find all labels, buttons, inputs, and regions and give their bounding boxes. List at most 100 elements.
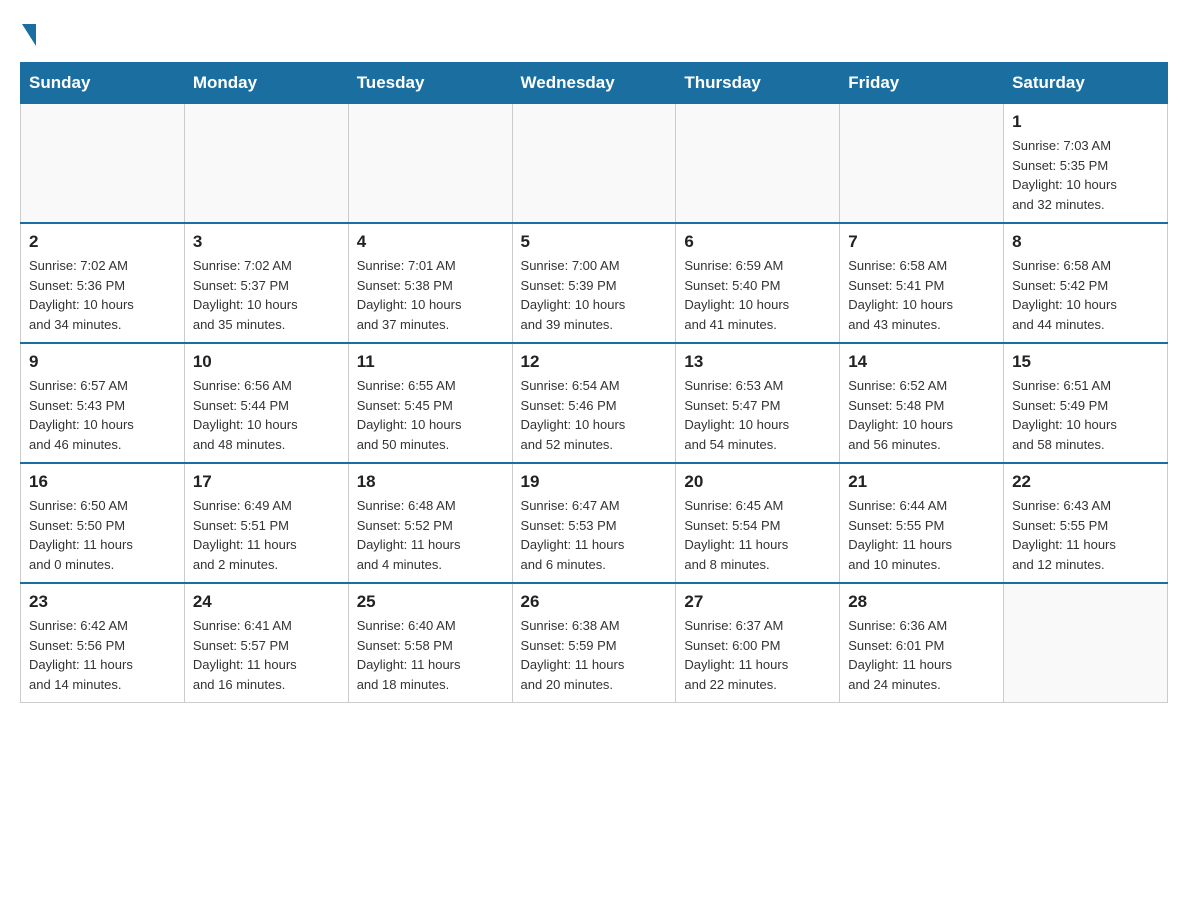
calendar-cell: 11 Sunrise: 6:55 AM Sunset: 5:45 PM Dayli… bbox=[348, 343, 512, 463]
day-number: 25 bbox=[357, 592, 504, 612]
day-info: Sunrise: 6:55 AM Sunset: 5:45 PM Dayligh… bbox=[357, 378, 462, 452]
day-number: 20 bbox=[684, 472, 831, 492]
day-info: Sunrise: 6:48 AM Sunset: 5:52 PM Dayligh… bbox=[357, 498, 461, 572]
calendar-cell bbox=[21, 104, 185, 224]
day-info: Sunrise: 6:36 AM Sunset: 6:01 PM Dayligh… bbox=[848, 618, 952, 692]
day-number: 12 bbox=[521, 352, 668, 372]
day-info: Sunrise: 6:59 AM Sunset: 5:40 PM Dayligh… bbox=[684, 258, 789, 332]
day-number: 19 bbox=[521, 472, 668, 492]
calendar-cell: 27 Sunrise: 6:37 AM Sunset: 6:00 PM Dayli… bbox=[676, 583, 840, 703]
day-number: 10 bbox=[193, 352, 340, 372]
calendar-cell bbox=[512, 104, 676, 224]
calendar-cell: 7 Sunrise: 6:58 AM Sunset: 5:41 PM Daylig… bbox=[840, 223, 1004, 343]
calendar-cell: 19Sunrise: 6:47 AM Sunset: 5:53 PM Dayli… bbox=[512, 463, 676, 583]
day-number: 14 bbox=[848, 352, 995, 372]
calendar-cell bbox=[676, 104, 840, 224]
day-number: 3 bbox=[193, 232, 340, 252]
calendar-cell: 21Sunrise: 6:44 AM Sunset: 5:55 PM Dayli… bbox=[840, 463, 1004, 583]
calendar-cell: 14 Sunrise: 6:52 AM Sunset: 5:48 PM Dayli… bbox=[840, 343, 1004, 463]
day-number: 18 bbox=[357, 472, 504, 492]
day-info: Sunrise: 6:43 AM Sunset: 5:55 PM Dayligh… bbox=[1012, 498, 1116, 572]
day-number: 11 bbox=[357, 352, 504, 372]
calendar-cell: 9 Sunrise: 6:57 AM Sunset: 5:43 PM Daylig… bbox=[21, 343, 185, 463]
day-of-week-header: Saturday bbox=[1004, 63, 1168, 104]
page-header bbox=[20, 20, 1168, 42]
calendar-week-row: 23 Sunrise: 6:42 AM Sunset: 5:56 PM Dayli… bbox=[21, 583, 1168, 703]
day-info: Sunrise: 7:03 AM Sunset: 5:35 PM Dayligh… bbox=[1012, 138, 1117, 212]
calendar-cell: 17 Sunrise: 6:49 AM Sunset: 5:51 PM Dayli… bbox=[184, 463, 348, 583]
calendar-cell: 28 Sunrise: 6:36 AM Sunset: 6:01 PM Dayli… bbox=[840, 583, 1004, 703]
day-number: 16 bbox=[29, 472, 176, 492]
day-number: 8 bbox=[1012, 232, 1159, 252]
day-info: Sunrise: 6:38 AM Sunset: 5:59 PM Dayligh… bbox=[521, 618, 625, 692]
day-number: 2 bbox=[29, 232, 176, 252]
calendar-cell: 16 Sunrise: 6:50 AM Sunset: 5:50 PM Dayli… bbox=[21, 463, 185, 583]
day-info: Sunrise: 6:37 AM Sunset: 6:00 PM Dayligh… bbox=[684, 618, 788, 692]
day-info: Sunrise: 7:02 AM Sunset: 5:36 PM Dayligh… bbox=[29, 258, 134, 332]
calendar-cell: 20 Sunrise: 6:45 AM Sunset: 5:54 PM Dayli… bbox=[676, 463, 840, 583]
day-info: Sunrise: 6:57 AM Sunset: 5:43 PM Dayligh… bbox=[29, 378, 134, 452]
calendar-cell: 25 Sunrise: 6:40 AM Sunset: 5:58 PM Dayli… bbox=[348, 583, 512, 703]
day-info: Sunrise: 6:49 AM Sunset: 5:51 PM Dayligh… bbox=[193, 498, 297, 572]
day-number: 28 bbox=[848, 592, 995, 612]
day-number: 15 bbox=[1012, 352, 1159, 372]
day-number: 5 bbox=[521, 232, 668, 252]
logo-arrow-icon bbox=[22, 24, 36, 46]
day-number: 7 bbox=[848, 232, 995, 252]
day-info: Sunrise: 6:41 AM Sunset: 5:57 PM Dayligh… bbox=[193, 618, 297, 692]
calendar-cell: 8 Sunrise: 6:58 AM Sunset: 5:42 PM Daylig… bbox=[1004, 223, 1168, 343]
calendar-cell bbox=[184, 104, 348, 224]
day-info: Sunrise: 6:42 AM Sunset: 5:56 PM Dayligh… bbox=[29, 618, 133, 692]
calendar-table: SundayMondayTuesdayWednesdayThursdayFrid… bbox=[20, 62, 1168, 703]
calendar-cell bbox=[348, 104, 512, 224]
day-number: 9 bbox=[29, 352, 176, 372]
day-number: 21 bbox=[848, 472, 995, 492]
day-info: Sunrise: 6:51 AM Sunset: 5:49 PM Dayligh… bbox=[1012, 378, 1117, 452]
day-of-week-header: Wednesday bbox=[512, 63, 676, 104]
calendar-cell: 6 Sunrise: 6:59 AM Sunset: 5:40 PM Daylig… bbox=[676, 223, 840, 343]
calendar-cell: 13Sunrise: 6:53 AM Sunset: 5:47 PM Dayli… bbox=[676, 343, 840, 463]
day-number: 1 bbox=[1012, 112, 1159, 132]
day-info: Sunrise: 6:40 AM Sunset: 5:58 PM Dayligh… bbox=[357, 618, 461, 692]
day-number: 23 bbox=[29, 592, 176, 612]
calendar-week-row: 9 Sunrise: 6:57 AM Sunset: 5:43 PM Daylig… bbox=[21, 343, 1168, 463]
calendar-cell: 12Sunrise: 6:54 AM Sunset: 5:46 PM Dayli… bbox=[512, 343, 676, 463]
calendar-cell: 4 Sunrise: 7:01 AM Sunset: 5:38 PM Daylig… bbox=[348, 223, 512, 343]
day-number: 6 bbox=[684, 232, 831, 252]
calendar-cell: 2 Sunrise: 7:02 AM Sunset: 5:36 PM Daylig… bbox=[21, 223, 185, 343]
day-info: Sunrise: 7:01 AM Sunset: 5:38 PM Dayligh… bbox=[357, 258, 462, 332]
day-info: Sunrise: 6:45 AM Sunset: 5:54 PM Dayligh… bbox=[684, 498, 788, 572]
day-info: Sunrise: 6:58 AM Sunset: 5:41 PM Dayligh… bbox=[848, 258, 953, 332]
calendar-header-row: SundayMondayTuesdayWednesdayThursdayFrid… bbox=[21, 63, 1168, 104]
day-of-week-header: Thursday bbox=[676, 63, 840, 104]
calendar-cell bbox=[1004, 583, 1168, 703]
calendar-week-row: 1 Sunrise: 7:03 AM Sunset: 5:35 PM Daylig… bbox=[21, 104, 1168, 224]
day-info: Sunrise: 6:53 AM Sunset: 5:47 PM Dayligh… bbox=[684, 378, 789, 452]
day-info: Sunrise: 7:00 AM Sunset: 5:39 PM Dayligh… bbox=[521, 258, 626, 332]
day-number: 17 bbox=[193, 472, 340, 492]
calendar-cell: 26 Sunrise: 6:38 AM Sunset: 5:59 PM Dayli… bbox=[512, 583, 676, 703]
calendar-cell: 15 Sunrise: 6:51 AM Sunset: 5:49 PM Dayli… bbox=[1004, 343, 1168, 463]
day-number: 24 bbox=[193, 592, 340, 612]
day-number: 22 bbox=[1012, 472, 1159, 492]
day-info: Sunrise: 6:56 AM Sunset: 5:44 PM Dayligh… bbox=[193, 378, 298, 452]
calendar-cell: 10 Sunrise: 6:56 AM Sunset: 5:44 PM Dayli… bbox=[184, 343, 348, 463]
day-info: Sunrise: 6:52 AM Sunset: 5:48 PM Dayligh… bbox=[848, 378, 953, 452]
calendar-cell: 23 Sunrise: 6:42 AM Sunset: 5:56 PM Dayli… bbox=[21, 583, 185, 703]
day-of-week-header: Tuesday bbox=[348, 63, 512, 104]
day-info: Sunrise: 6:58 AM Sunset: 5:42 PM Dayligh… bbox=[1012, 258, 1117, 332]
day-info: Sunrise: 6:50 AM Sunset: 5:50 PM Dayligh… bbox=[29, 498, 133, 572]
calendar-cell: 1 Sunrise: 7:03 AM Sunset: 5:35 PM Daylig… bbox=[1004, 104, 1168, 224]
calendar-cell: 22 Sunrise: 6:43 AM Sunset: 5:55 PM Dayli… bbox=[1004, 463, 1168, 583]
calendar-week-row: 2 Sunrise: 7:02 AM Sunset: 5:36 PM Daylig… bbox=[21, 223, 1168, 343]
logo bbox=[20, 20, 36, 42]
day-of-week-header: Sunday bbox=[21, 63, 185, 104]
calendar-cell: 3Sunrise: 7:02 AM Sunset: 5:37 PM Daylig… bbox=[184, 223, 348, 343]
day-of-week-header: Friday bbox=[840, 63, 1004, 104]
calendar-cell bbox=[840, 104, 1004, 224]
calendar-week-row: 16 Sunrise: 6:50 AM Sunset: 5:50 PM Dayli… bbox=[21, 463, 1168, 583]
day-number: 27 bbox=[684, 592, 831, 612]
day-number: 4 bbox=[357, 232, 504, 252]
calendar-cell: 18 Sunrise: 6:48 AM Sunset: 5:52 PM Dayli… bbox=[348, 463, 512, 583]
day-number: 26 bbox=[521, 592, 668, 612]
